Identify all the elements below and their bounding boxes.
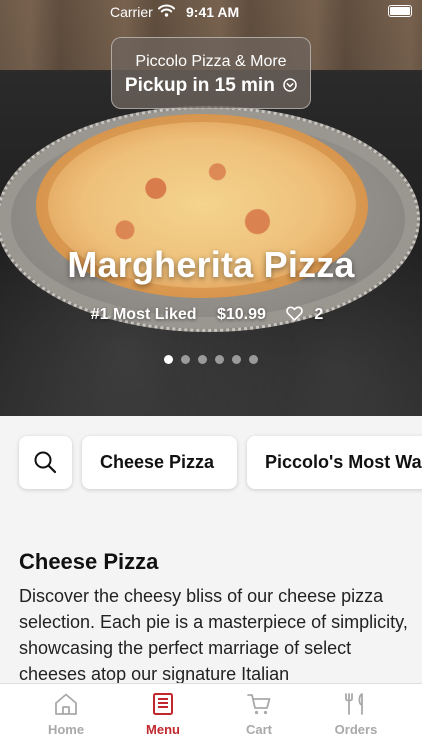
wifi-icon: [158, 4, 175, 17]
carousel-dot[interactable]: [215, 355, 224, 364]
carousel-pagination[interactable]: [0, 351, 422, 369]
tab-home-label: Home: [47, 722, 85, 737]
featured-item-meta: #1 Most Liked $10.99 2: [0, 306, 422, 324]
likes-count: 2: [314, 306, 324, 323]
carousel-dot[interactable]: [164, 355, 173, 364]
rank-label: #1 Most Liked: [90, 306, 197, 323]
likes[interactable]: 2: [286, 306, 331, 323]
category-chip-cheese-pizza[interactable]: Cheese Pizza: [82, 436, 237, 489]
carrier-label: Carrier: [110, 4, 153, 20]
category-chip-most-wanted[interactable]: Piccolo's Most Wanted: [247, 436, 422, 489]
app-screen: Piccolo Pizza & More Pickup in 15 min Ma…: [0, 0, 422, 750]
heart-icon: [286, 306, 304, 321]
pickup-time: Pickup in 15 min: [112, 74, 310, 98]
search-button[interactable]: [19, 436, 72, 489]
section-title: Cheese Pizza: [19, 549, 159, 574]
store-pickup-selector[interactable]: Piccolo Pizza & More Pickup in 15 min: [111, 37, 311, 109]
tab-cart[interactable]: Cart: [214, 692, 304, 737]
tab-home[interactable]: Home: [21, 692, 111, 737]
orders-icon: [345, 693, 363, 715]
home-icon: [55, 693, 77, 715]
carousel-dot[interactable]: [198, 355, 207, 364]
section-description: Discover the cheesy bliss of our cheese …: [19, 586, 408, 684]
store-name: Piccolo Pizza & More: [135, 53, 287, 70]
tab-cart-label: Cart: [245, 722, 272, 737]
carousel-dot[interactable]: [232, 355, 241, 364]
clock: 9:41 AM: [186, 4, 240, 20]
carousel-dot[interactable]: [249, 355, 258, 364]
tab-menu[interactable]: Menu: [118, 692, 208, 737]
battery-icon: [388, 5, 412, 17]
category-bar: Cheese Pizza Piccolo's Most Wanted: [0, 416, 422, 508]
pickup-text: Pickup in 15 min: [124, 75, 275, 96]
menu-icon: [153, 693, 173, 715]
hero-banner[interactable]: Piccolo Pizza & More Pickup in 15 min Ma…: [0, 0, 422, 416]
tab-orders[interactable]: Orders: [311, 692, 401, 737]
featured-item-title: Margherita Pizza: [67, 244, 355, 285]
chevron-down-circle-icon: [283, 78, 297, 92]
carousel-dot[interactable]: [181, 355, 190, 364]
tab-orders-label: Orders: [334, 722, 378, 737]
price-label: $10.99: [216, 306, 266, 323]
bottom-tab-bar: Home Menu Cart Orders: [0, 683, 422, 750]
cart-icon: [247, 694, 271, 715]
status-bar: Carrier 9:41 AM: [0, 0, 422, 24]
tab-menu-label: Menu: [146, 722, 180, 737]
search-icon: [34, 451, 57, 474]
